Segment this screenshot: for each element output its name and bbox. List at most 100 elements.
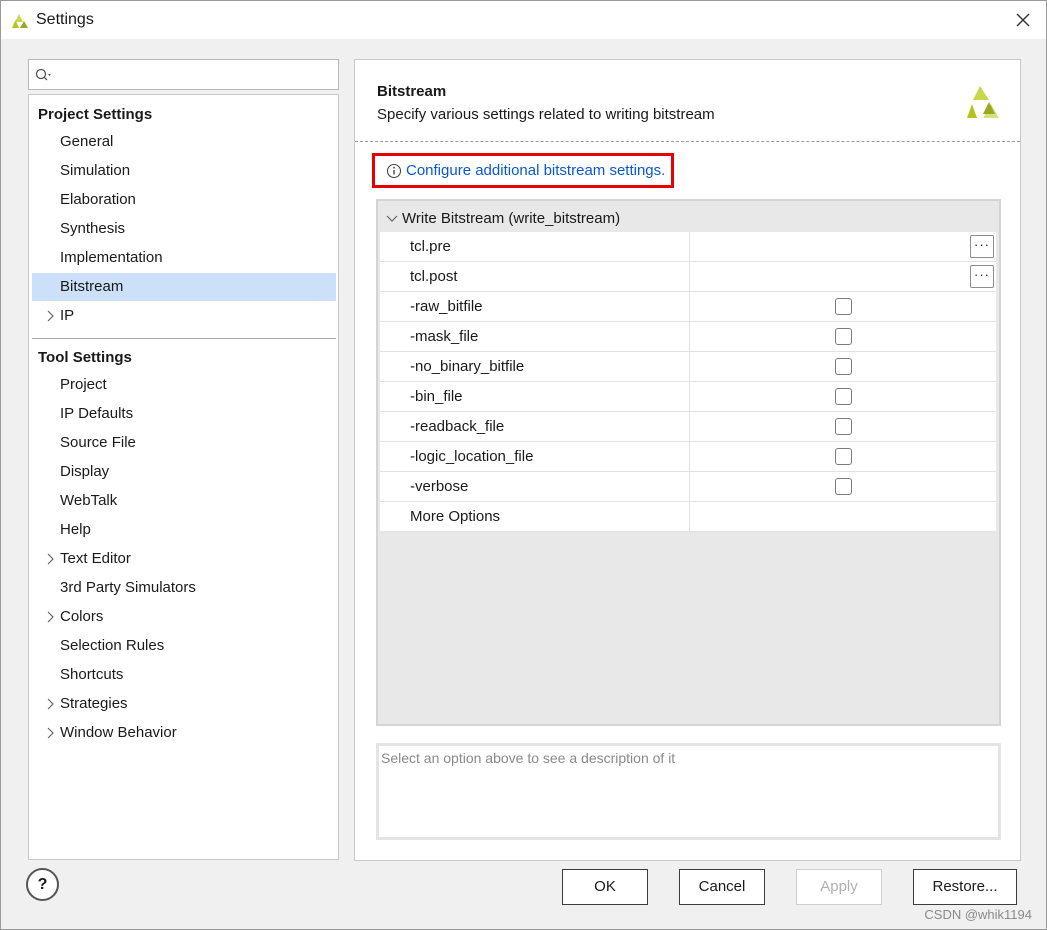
bin-file-checkbox[interactable]: [835, 388, 852, 405]
table-row[interactable]: -bin_file: [380, 382, 996, 412]
chevron-right-icon[interactable]: [43, 545, 57, 573]
tree-item-label: Selection Rules: [60, 637, 165, 654]
option-description-box: Select an option above to see a descript…: [376, 743, 1001, 840]
option-name: -logic_location_file: [410, 448, 534, 465]
option-value: [689, 472, 996, 502]
table-row[interactable]: tcl.post ···: [380, 262, 996, 292]
raw-bitfile-checkbox[interactable]: [835, 298, 852, 315]
tree-item-display[interactable]: Display: [32, 458, 336, 486]
tree-item-label: Text Editor: [60, 550, 131, 567]
tree-item-synthesis[interactable]: Synthesis: [32, 215, 336, 243]
mask-file-checkbox[interactable]: [835, 328, 852, 345]
panel-title: Bitstream: [377, 83, 447, 100]
table-row[interactable]: tcl.pre ···: [380, 232, 996, 262]
tree-item-label: Display: [60, 463, 110, 480]
project-settings-header: Project Settings: [38, 106, 153, 123]
table-row[interactable]: -raw_bitfile: [380, 292, 996, 322]
browse-button[interactable]: ···: [970, 235, 994, 258]
no-binary-bitfile-checkbox[interactable]: [835, 358, 852, 375]
restore-button[interactable]: Restore...: [913, 869, 1017, 905]
configure-bitstream-link[interactable]: Configure additional bitstream settings.: [372, 153, 674, 188]
tree-item-help[interactable]: Help: [32, 516, 336, 544]
chevron-right-icon[interactable]: [43, 690, 57, 718]
more-options-field[interactable]: [689, 502, 996, 532]
table-row[interactable]: -no_binary_bitfile: [380, 352, 996, 382]
tree-item-ip-defaults[interactable]: IP Defaults: [32, 400, 336, 428]
header-separator: [355, 141, 1020, 142]
search-input[interactable]: [28, 59, 339, 90]
tree-item-label: Source File: [60, 434, 136, 451]
verbose-checkbox[interactable]: [835, 478, 852, 495]
tree-item-bitstream[interactable]: Bitstream: [32, 273, 336, 301]
tool-settings-header: Tool Settings: [38, 349, 132, 366]
tree-item-label: IP: [60, 307, 75, 324]
tree-item-elaboration[interactable]: Elaboration: [32, 186, 336, 214]
readback-file-checkbox[interactable]: [835, 418, 852, 435]
tree-item-webtalk[interactable]: WebTalk: [32, 487, 336, 515]
tree-item-selection-rules[interactable]: Selection Rules: [32, 632, 336, 660]
option-value: [689, 412, 996, 442]
tree-item-label: Implementation: [60, 249, 163, 266]
tree-item-simulation[interactable]: Simulation: [32, 157, 336, 185]
options-table: Write Bitstream (write_bitstream) tcl.pr…: [376, 199, 1001, 726]
tree-item-label: Bitstream: [60, 278, 124, 295]
table-row[interactable]: More Options: [380, 502, 996, 532]
ok-button[interactable]: OK: [562, 869, 648, 905]
bitstream-settings-panel: Bitstream Specify various settings relat…: [354, 59, 1021, 861]
search-icon: [35, 68, 51, 81]
tree-item-text-editor[interactable]: Text Editor: [32, 545, 336, 573]
tree-item-label: Colors: [60, 608, 104, 625]
tree-item-label: Project: [60, 376, 107, 393]
title-bar: Settings: [1, 1, 1046, 39]
tree-item-label: Synthesis: [60, 220, 126, 237]
tree-item-label: Simulation: [60, 162, 131, 179]
option-value: [689, 292, 996, 322]
tree-item-label: 3rd Party Simulators: [60, 579, 196, 596]
chevron-down-icon[interactable]: [386, 206, 398, 232]
close-button[interactable]: [1000, 1, 1046, 39]
write-bitstream-group[interactable]: Write Bitstream (write_bitstream): [380, 206, 996, 232]
group-label: Write Bitstream (write_bitstream): [402, 210, 621, 227]
apply-button[interactable]: Apply: [796, 869, 882, 905]
cancel-button[interactable]: Cancel: [679, 869, 765, 905]
tree-item-project[interactable]: Project: [32, 371, 336, 399]
option-name: -raw_bitfile: [410, 298, 483, 315]
option-name: -mask_file: [410, 328, 479, 345]
tree-item-ip[interactable]: IP: [32, 302, 336, 330]
option-value[interactable]: ···: [689, 232, 996, 262]
tree-item-strategies[interactable]: Strategies: [32, 690, 336, 718]
tree-divider: [32, 338, 336, 339]
table-row[interactable]: -verbose: [380, 472, 996, 502]
configure-link-label: Configure additional bitstream settings.: [406, 162, 666, 179]
tree-item-label: General: [60, 133, 114, 150]
xilinx-logo-icon: [967, 86, 999, 118]
option-value: [689, 382, 996, 412]
tree-item-colors[interactable]: Colors: [32, 603, 336, 631]
option-name: -readback_file: [410, 418, 505, 435]
option-name: More Options: [410, 508, 501, 525]
tree-item-label: IP Defaults: [60, 405, 134, 422]
option-value[interactable]: ···: [689, 262, 996, 292]
close-icon: [1016, 13, 1030, 27]
option-name: tcl.post: [410, 268, 458, 285]
browse-button[interactable]: ···: [970, 265, 994, 288]
help-button[interactable]: ?: [26, 868, 59, 901]
tree-item-label: Shortcuts: [60, 666, 124, 683]
table-row[interactable]: -logic_location_file: [380, 442, 996, 472]
chevron-right-icon[interactable]: [43, 302, 57, 330]
tree-item-window-behavior[interactable]: Window Behavior: [32, 719, 336, 747]
tree-item-shortcuts[interactable]: Shortcuts: [32, 661, 336, 689]
tree-item-label: WebTalk: [60, 492, 118, 509]
option-value: [689, 352, 996, 382]
tree-item-3rd-party-simulators[interactable]: 3rd Party Simulators: [32, 574, 336, 602]
tree-item-general[interactable]: General: [32, 128, 336, 156]
logic-location-file-checkbox[interactable]: [835, 448, 852, 465]
option-name: -bin_file: [410, 388, 463, 405]
table-row[interactable]: -mask_file: [380, 322, 996, 352]
table-row[interactable]: -readback_file: [380, 412, 996, 442]
chevron-right-icon[interactable]: [43, 719, 57, 747]
tree-item-label: Window Behavior: [60, 724, 177, 741]
chevron-right-icon[interactable]: [43, 603, 57, 631]
tree-item-source-file[interactable]: Source File: [32, 429, 336, 457]
tree-item-implementation[interactable]: Implementation: [32, 244, 336, 272]
